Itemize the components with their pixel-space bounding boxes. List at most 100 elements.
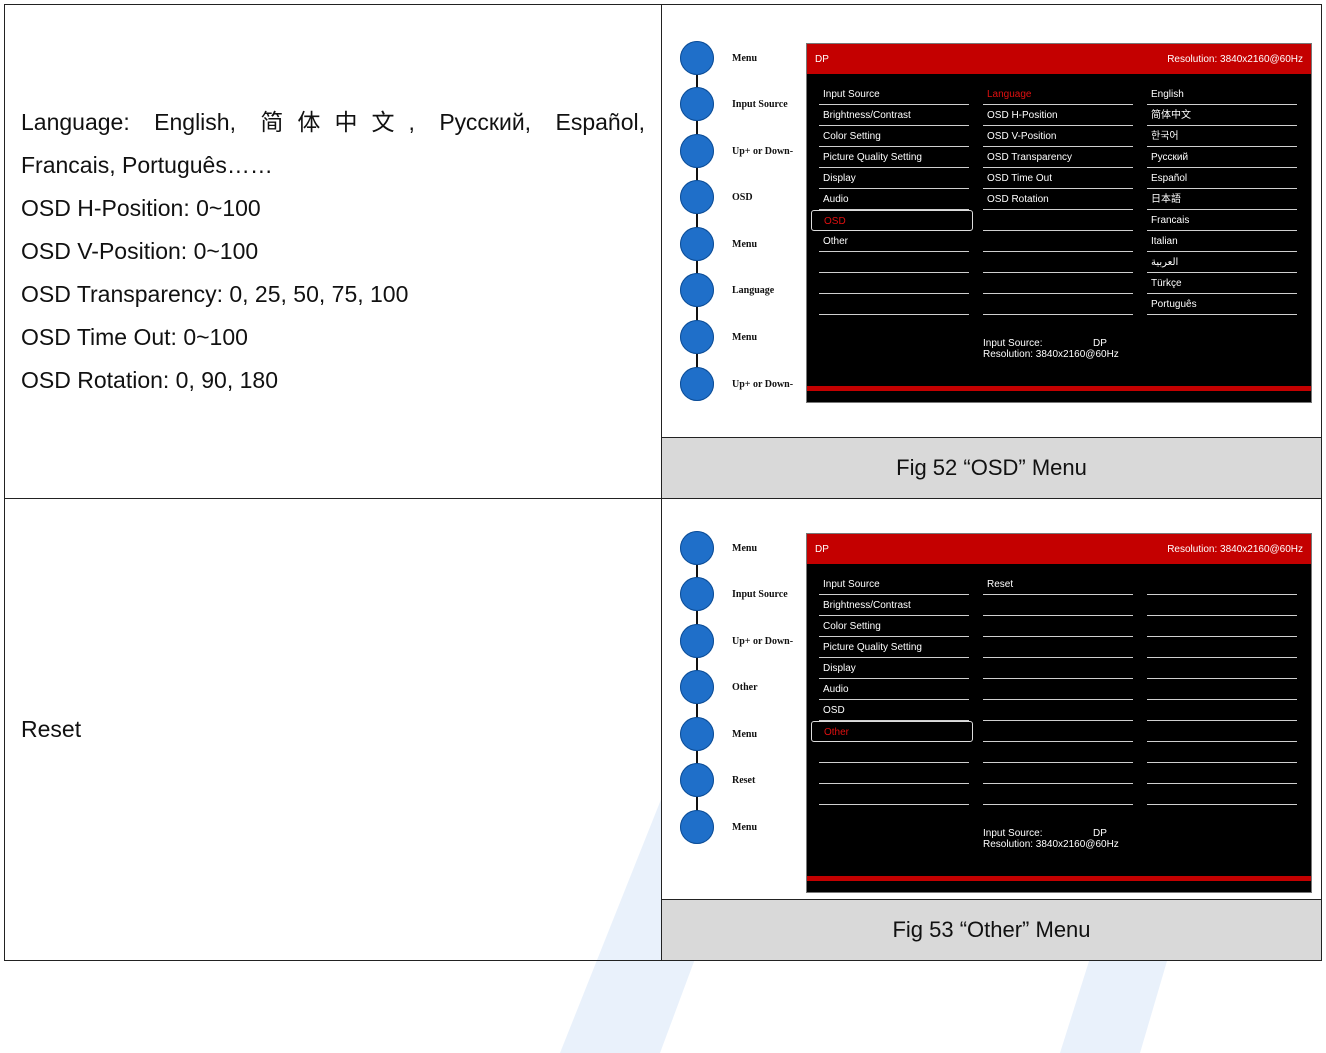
osd-option-item[interactable] — [1147, 742, 1297, 763]
osd-option-item[interactable] — [1147, 595, 1297, 616]
osd-menu-item[interactable]: Color Setting — [819, 616, 969, 637]
osd-option-item[interactable]: 日本語 — [1147, 189, 1297, 210]
osd-option-item[interactable] — [1147, 700, 1297, 721]
osd-menu-item[interactable]: Input Source — [819, 574, 969, 595]
osd-menu-item[interactable]: Display — [819, 168, 969, 189]
osd-menu-item[interactable] — [819, 273, 969, 294]
osd-submenu-item[interactable]: OSD Rotation — [983, 189, 1133, 210]
osd-submenu-item[interactable] — [983, 700, 1133, 721]
description-line: Reset — [21, 716, 82, 742]
osd-title-bar: DP Resolution: 3840x2160@60Hz — [807, 534, 1311, 564]
osd-menu-item[interactable]: Other — [819, 231, 969, 252]
osd-submenu-item[interactable] — [983, 294, 1133, 315]
osd-option-item[interactable] — [1147, 637, 1297, 658]
osd-option-item[interactable] — [1147, 658, 1297, 679]
osd-menu-item[interactable]: Picture Quality Setting — [819, 637, 969, 658]
osd-option-item[interactable]: Español — [1147, 168, 1297, 189]
osd-option-item[interactable] — [1147, 616, 1297, 637]
osd-option-item[interactable] — [1147, 721, 1297, 742]
step-label: Menu — [732, 728, 757, 740]
osd-submenu-item[interactable]: OSD Transparency — [983, 147, 1133, 168]
step-label: OSD — [732, 191, 753, 203]
osd-menu-item-selected[interactable]: Other — [811, 721, 973, 742]
osd-submenu-item[interactable] — [983, 784, 1133, 805]
osd-option-item[interactable]: Francais — [1147, 210, 1297, 231]
osd-option-item[interactable]: English — [1147, 84, 1297, 105]
osd-source: DP — [815, 53, 829, 65]
description-other: Reset — [5, 708, 661, 751]
flow-step: Menu — [680, 531, 757, 565]
osd-menu-item[interactable]: Display — [819, 658, 969, 679]
row-osd: Language: English, 简体中文, Русский, Españo… — [4, 4, 1322, 499]
step-label: Reset — [732, 774, 756, 786]
osd-resolution: Resolution: 3840x2160@60Hz — [1167, 543, 1303, 555]
osd-submenu-item[interactable] — [983, 252, 1133, 273]
osd-option-item[interactable]: Türkçe — [1147, 273, 1297, 294]
step-circle-icon — [680, 273, 714, 307]
flow-step: Language — [680, 273, 774, 307]
osd-menu-item[interactable] — [819, 742, 969, 763]
osd-menu-item[interactable]: Picture Quality Setting — [819, 147, 969, 168]
description-line: OSD H-Position: 0~100 — [21, 195, 261, 221]
osd-option-item[interactable] — [1147, 679, 1297, 700]
osd-submenu-item[interactable]: Reset — [983, 574, 1133, 595]
osd-option-item[interactable]: Italian — [1147, 231, 1297, 252]
osd-option-item[interactable]: العربية — [1147, 252, 1297, 273]
osd-menu-item[interactable] — [819, 763, 969, 784]
osd-submenu-item[interactable] — [983, 616, 1133, 637]
osd-menu-item[interactable]: Color Setting — [819, 126, 969, 147]
step-label: Input Source — [732, 98, 788, 110]
osd-submenu-item[interactable] — [983, 658, 1133, 679]
osd-menu-item[interactable] — [819, 294, 969, 315]
osd-submenu-item[interactable]: OSD H-Position — [983, 105, 1133, 126]
osd-option-item[interactable]: 한국어 — [1147, 126, 1297, 147]
osd-submenu-item[interactable]: OSD Time Out — [983, 168, 1133, 189]
flow-step: Other — [680, 670, 758, 704]
osd-submenu-item[interactable] — [983, 273, 1133, 294]
description-cell-other: Reset — [4, 498, 662, 961]
osd-resolution: Resolution: 3840x2160@60Hz — [1167, 53, 1303, 65]
osd-submenu-item[interactable] — [983, 679, 1133, 700]
osd-menu-item[interactable]: OSD — [819, 700, 969, 721]
osd-option-item[interactable]: Русский — [1147, 147, 1297, 168]
description-line: Francais, Português…… — [21, 152, 273, 178]
osd-info-resolution: Resolution: 3840x2160@60Hz — [983, 349, 1119, 360]
osd-submenu-item[interactable] — [983, 742, 1133, 763]
osd-submenu-item[interactable] — [983, 721, 1133, 742]
osd-option-item[interactable]: 简体中文 — [1147, 105, 1297, 126]
osd-option-item[interactable] — [1147, 763, 1297, 784]
osd-submenu-item[interactable] — [983, 231, 1133, 252]
figure-cell-other: Menu Input Source Up+ or Down- Other Men… — [661, 498, 1322, 900]
step-circle-icon — [680, 320, 714, 354]
osd-menu-item[interactable] — [819, 252, 969, 273]
osd-menu-item[interactable]: Audio — [819, 189, 969, 210]
osd-menu-item[interactable]: Brightness/Contrast — [819, 105, 969, 126]
osd-menu-item-selected[interactable]: OSD — [811, 210, 973, 231]
osd-option-item[interactable] — [1147, 784, 1297, 805]
osd-submenu-item[interactable] — [983, 210, 1133, 231]
description-line: OSD Transparency: 0, 25, 50, 75, 100 — [21, 281, 409, 307]
description-line: OSD Rotation: 0, 90, 180 — [21, 367, 278, 393]
description-line: OSD Time Out: 0~100 — [21, 324, 248, 350]
flow-step: Menu — [680, 717, 757, 751]
flow-step: Menu — [680, 227, 757, 261]
flow-step: Up+ or Down- — [680, 134, 793, 168]
step-circle-icon — [680, 624, 714, 658]
osd-option-item[interactable]: Português — [1147, 294, 1297, 315]
row-other: Reset Menu Input Source Up+ or Down- Oth… — [4, 498, 1322, 961]
step-label: Language — [732, 284, 775, 296]
osd-info-source-value: DP — [1093, 828, 1107, 839]
osd-menu-item[interactable]: Audio — [819, 679, 969, 700]
step-circle-icon — [680, 763, 714, 797]
osd-info-source-label: Input Source: — [983, 828, 1043, 839]
osd-submenu-item[interactable] — [983, 595, 1133, 616]
osd-menu-item[interactable]: Brightness/Contrast — [819, 595, 969, 616]
osd-menu-item[interactable]: Input Source — [819, 84, 969, 105]
osd-submenu-item[interactable] — [983, 637, 1133, 658]
osd-bottom-bar — [807, 876, 1311, 881]
osd-submenu-item-selected[interactable]: Language — [983, 84, 1133, 105]
osd-submenu-item[interactable] — [983, 763, 1133, 784]
osd-option-item[interactable] — [1147, 574, 1297, 595]
osd-submenu-item[interactable]: OSD V-Position — [983, 126, 1133, 147]
osd-menu-item[interactable] — [819, 784, 969, 805]
